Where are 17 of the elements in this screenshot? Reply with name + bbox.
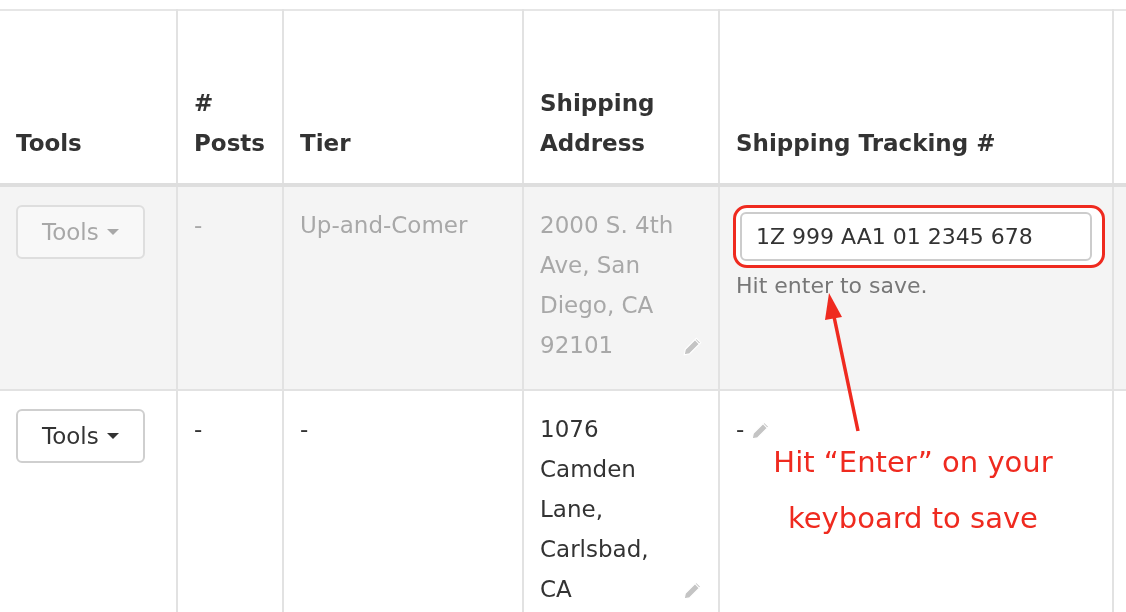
annotation-text: Hit “Enter” on your keyboard to save xyxy=(772,444,1054,537)
column-header: Tools xyxy=(16,130,82,156)
table-cell: - xyxy=(300,416,309,442)
column-header: Shipping Address xyxy=(540,90,655,156)
table-cell-text: - xyxy=(736,415,745,444)
address-text: 1076 Camden Lane, Carlsbad, CA xyxy=(540,415,650,604)
table-cell: - xyxy=(194,212,203,238)
address-text: 2000 S. 4th Ave, San Diego, CA 92101 xyxy=(540,211,675,360)
caret-icon xyxy=(106,229,119,235)
column-header: # Posts xyxy=(194,90,266,156)
column-header: Tier xyxy=(300,130,351,156)
caret-icon xyxy=(106,433,119,439)
tools-dropdown-button[interactable]: Tools xyxy=(16,409,145,463)
table-cell: Up-and-Comer xyxy=(300,212,468,238)
table-cell: - xyxy=(194,416,203,442)
hint-text: Hit enter to save. xyxy=(736,272,929,300)
column-header: Shipping Tracking # xyxy=(736,130,996,156)
